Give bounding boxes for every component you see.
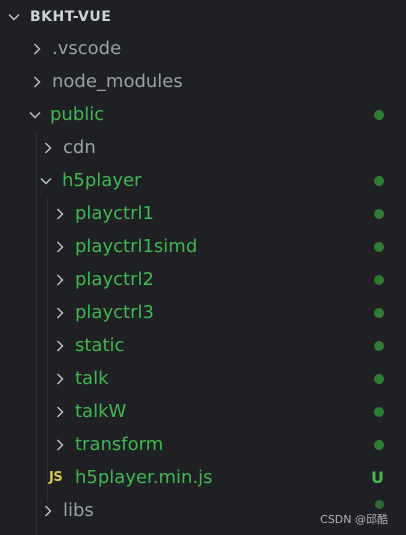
folder-label: static [75,335,125,356]
tree-item-playctrl1[interactable]: playctrl1 [0,197,406,230]
chevron-right-icon [41,141,55,155]
tree-item-playctrl1simd[interactable]: playctrl1simd [0,230,406,263]
untracked-badge: U [371,468,384,487]
modified-dot-icon [374,374,384,384]
chevron-right-icon [53,240,67,254]
chevron-down-icon [7,10,21,24]
modified-dot-icon [374,341,384,351]
chevron-right-icon [30,42,44,56]
tree-item-static[interactable]: static [0,329,406,362]
tree-item-public[interactable]: public [0,98,406,131]
folder-label: libs [63,500,94,521]
chevron-right-icon [53,273,67,287]
tree-item-talk[interactable]: talk [0,362,406,395]
folder-label: talkW [75,401,127,422]
tree-item-playctrl3[interactable]: playctrl3 [0,296,406,329]
modified-dot-icon [374,176,384,186]
chevron-right-icon [30,75,44,89]
chevron-right-icon [53,405,67,419]
tree-item-transform[interactable]: transform [0,428,406,461]
folder-label: playctrl3 [75,302,154,323]
file-label: h5player.min.js [75,467,213,488]
chevron-right-icon [53,339,67,353]
tree-item-h5player-min-js[interactable]: JS h5player.min.js U [0,461,406,494]
tree-item-node-modules[interactable]: node_modules [0,65,406,98]
javascript-file-icon: JS [49,470,63,485]
chevron-right-icon [53,306,67,320]
modified-dot-icon [374,209,384,219]
tree-item-cdn[interactable]: cdn [0,131,406,164]
modified-dot-icon [374,440,384,450]
tree-item-h5player[interactable]: h5player [0,164,406,197]
chevron-down-icon [28,108,42,122]
chevron-right-icon [41,504,55,518]
folder-label: transform [75,434,164,455]
watermark: CSDN @邱酷 [320,513,388,526]
folder-label: talk [75,368,109,389]
modified-dot-icon [374,308,384,318]
folder-label: public [50,104,105,125]
modified-dot-icon [374,275,384,285]
folder-label: playctrl1simd [75,236,198,257]
chevron-right-icon [53,438,67,452]
chevron-right-icon [53,372,67,386]
explorer-root-header[interactable]: BKHT-VUE [0,0,406,34]
folder-label: playctrl2 [75,269,154,290]
tree-item-talkw[interactable]: talkW [0,395,406,428]
modified-dot-icon [374,110,384,120]
file-explorer: BKHT-VUE .vscode node_modules public cdn [0,0,406,535]
folder-label: playctrl1 [75,203,154,224]
folder-label: cdn [63,137,96,158]
modified-dot-icon [374,407,384,417]
chevron-right-icon [53,207,67,221]
folder-label: .vscode [52,38,122,59]
modified-dot-icon [375,500,384,509]
tree-item-playctrl2[interactable]: playctrl2 [0,263,406,296]
tree-item-vscode[interactable]: .vscode [0,32,406,65]
folder-label: h5player [62,170,142,191]
root-folder-label: BKHT-VUE [30,8,112,25]
chevron-down-icon [39,174,53,188]
modified-dot-icon [374,242,384,252]
folder-label: node_modules [52,71,183,92]
